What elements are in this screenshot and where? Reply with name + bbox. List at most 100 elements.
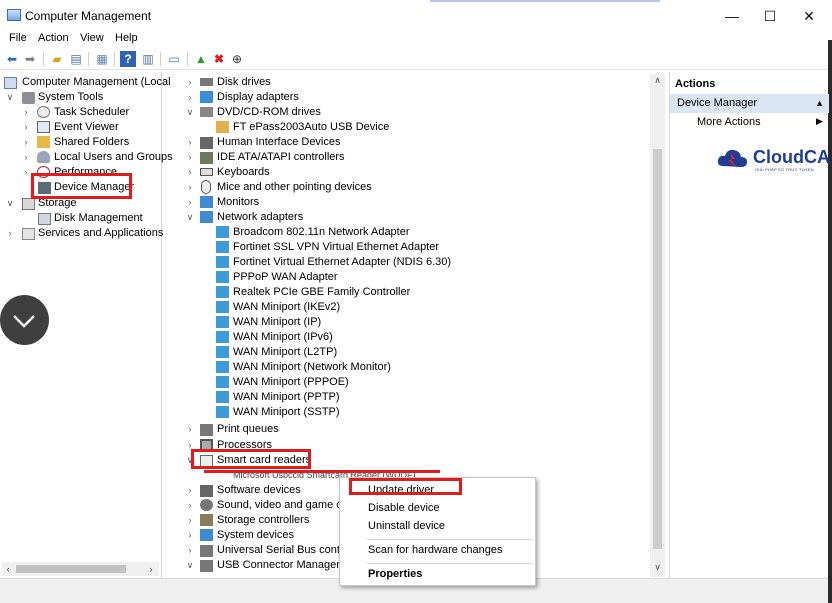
chevron-right-icon[interactable]: ›	[22, 165, 30, 180]
scroll-thumb[interactable]	[653, 149, 662, 549]
chevron-right-icon[interactable]: ›	[186, 528, 194, 543]
close-button[interactable]: ✕	[789, 0, 829, 32]
context-scan-hardware[interactable]: Scan for hardware changes	[368, 544, 503, 556]
minimize-button[interactable]: —	[712, 0, 752, 32]
device-label: WAN Miniport (IP)	[233, 316, 322, 328]
uninstall-x-icon[interactable]: ✖	[211, 51, 227, 67]
menu-view[interactable]: View	[80, 32, 104, 44]
chevron-right-icon[interactable]: ›	[186, 195, 194, 210]
toolbar-separator	[114, 52, 115, 66]
chevron-down-icon[interactable]: ∨	[6, 196, 14, 211]
chevron-right-icon[interactable]: ›	[186, 483, 194, 498]
device-label: WAN Miniport (IPv6)	[233, 331, 333, 343]
network-adapter-icon	[216, 391, 229, 403]
show-hide-tree-icon[interactable]: ▤	[68, 51, 84, 67]
chevron-right-icon[interactable]: ›	[186, 90, 194, 105]
chevron-right-icon[interactable]: ›	[22, 105, 30, 120]
chevron-right-icon[interactable]: ›	[186, 165, 194, 180]
network-adapter-icon	[216, 226, 229, 238]
device-label: Smart card readers	[217, 454, 312, 466]
help-icon[interactable]: ?	[120, 51, 136, 67]
dvd-drive-icon	[200, 107, 213, 117]
scroll-right-icon[interactable]: ›	[145, 562, 157, 576]
back-arrow-icon[interactable]: ⬅	[4, 51, 20, 67]
usb-icon	[200, 545, 213, 557]
chevron-right-icon[interactable]: ›	[22, 150, 30, 165]
software-device-icon	[200, 485, 213, 497]
scroll-left-icon[interactable]: ‹	[2, 562, 14, 576]
device-label: Storage controllers	[217, 514, 310, 526]
device-label: Software devices	[217, 484, 301, 496]
shared-folder-icon	[37, 136, 50, 148]
monitor-icon[interactable]: ▭	[166, 51, 182, 67]
context-uninstall-device[interactable]: Uninstall device	[368, 520, 445, 532]
collapse-up-icon[interactable]: ▲	[815, 94, 824, 113]
view-icon[interactable]: ▥	[140, 51, 156, 67]
scan-hardware-icon[interactable]: ▲	[193, 51, 209, 67]
context-disable-device[interactable]: Disable device	[368, 502, 440, 514]
menu-file[interactable]: File	[9, 32, 27, 44]
cloudca-logo: CloudCA GIẢI PHÁP SỐ TRỰC TUYẾN	[717, 146, 830, 174]
chevron-down-icon[interactable]: ∨	[186, 453, 194, 468]
tree-label: Task Scheduler	[54, 106, 130, 118]
device-label: WAN Miniport (PPPOE)	[233, 376, 349, 388]
device-label: WAN Miniport (L2TP)	[233, 346, 338, 358]
chevron-right-icon[interactable]: ›	[186, 75, 194, 90]
scroll-down-icon[interactable]: ∨	[650, 562, 665, 573]
actions-header: Actions	[675, 78, 716, 90]
chevron-right-icon[interactable]: ›	[186, 498, 194, 513]
menu-help[interactable]: Help	[115, 32, 138, 44]
chevron-right-icon[interactable]: ›	[6, 226, 14, 241]
chevron-down-icon[interactable]: ∨	[186, 210, 194, 225]
chevron-down-icon[interactable]: ∨	[6, 90, 14, 105]
horizontal-scrollbar[interactable]: ‹ ›	[2, 562, 159, 576]
chevron-right-icon[interactable]: ›	[186, 543, 194, 558]
chevron-right-icon[interactable]: ›	[186, 150, 194, 165]
context-separator	[367, 563, 533, 564]
disk-icon	[38, 213, 51, 225]
chevron-right-icon[interactable]: ›	[22, 120, 30, 135]
performance-icon	[37, 166, 50, 178]
chevron-right-icon[interactable]: ›	[22, 135, 30, 150]
cloudca-logo-mark	[717, 149, 747, 168]
more-actions-link[interactable]: More Actions	[697, 116, 761, 128]
network-adapter-icon	[200, 211, 213, 223]
chevron-right-icon[interactable]: ›	[186, 180, 194, 195]
submenu-arrow-icon[interactable]: ▶	[816, 116, 823, 127]
chevron-down-icon[interactable]: ∨	[186, 558, 194, 573]
system-device-icon	[200, 529, 213, 541]
chevron-down-icon[interactable]: ∨	[186, 105, 194, 120]
device-label: Universal Serial Bus controll	[217, 544, 355, 556]
tree-label: Event Viewer	[54, 121, 119, 133]
chevron-right-icon[interactable]: ›	[186, 135, 194, 150]
printer-icon	[200, 424, 213, 436]
forward-arrow-icon[interactable]: ➡	[22, 51, 38, 67]
properties-icon[interactable]: ▦	[94, 51, 110, 67]
scroll-thumb[interactable]	[16, 565, 126, 573]
chevron-down-icon	[13, 315, 35, 328]
chevron-right-icon[interactable]: ›	[186, 422, 194, 437]
storage-icon	[22, 198, 35, 210]
users-icon	[37, 151, 50, 163]
maximize-button[interactable]: ☐	[750, 0, 790, 32]
network-adapter-icon	[216, 361, 229, 373]
background-window-strip	[430, 0, 660, 2]
network-adapter-icon	[216, 376, 229, 388]
device-label: Monitors	[217, 196, 260, 208]
up-folder-icon[interactable]: ▰	[49, 51, 65, 67]
device-label: Display adapters	[217, 91, 299, 103]
network-adapter-icon	[216, 286, 229, 298]
tree-label: Disk Management	[54, 212, 143, 224]
context-update-driver[interactable]: Update driver	[368, 484, 434, 496]
menu-action[interactable]: Action	[38, 32, 69, 44]
scroll-up-icon[interactable]: ∧	[650, 75, 665, 86]
chevron-right-icon[interactable]: ›	[186, 438, 194, 453]
actions-section-device-manager[interactable]: Device Manager ▲	[670, 94, 829, 113]
floating-scroll-button[interactable]	[0, 295, 49, 345]
chevron-right-icon[interactable]: ›	[186, 513, 194, 528]
context-properties[interactable]: Properties	[368, 568, 422, 580]
update-driver-icon[interactable]: ⊕	[229, 51, 245, 67]
toolbar-separator	[43, 52, 44, 66]
reader-strike-highlight	[204, 470, 440, 473]
vertical-scrollbar[interactable]: ∧ ∨	[650, 74, 665, 577]
